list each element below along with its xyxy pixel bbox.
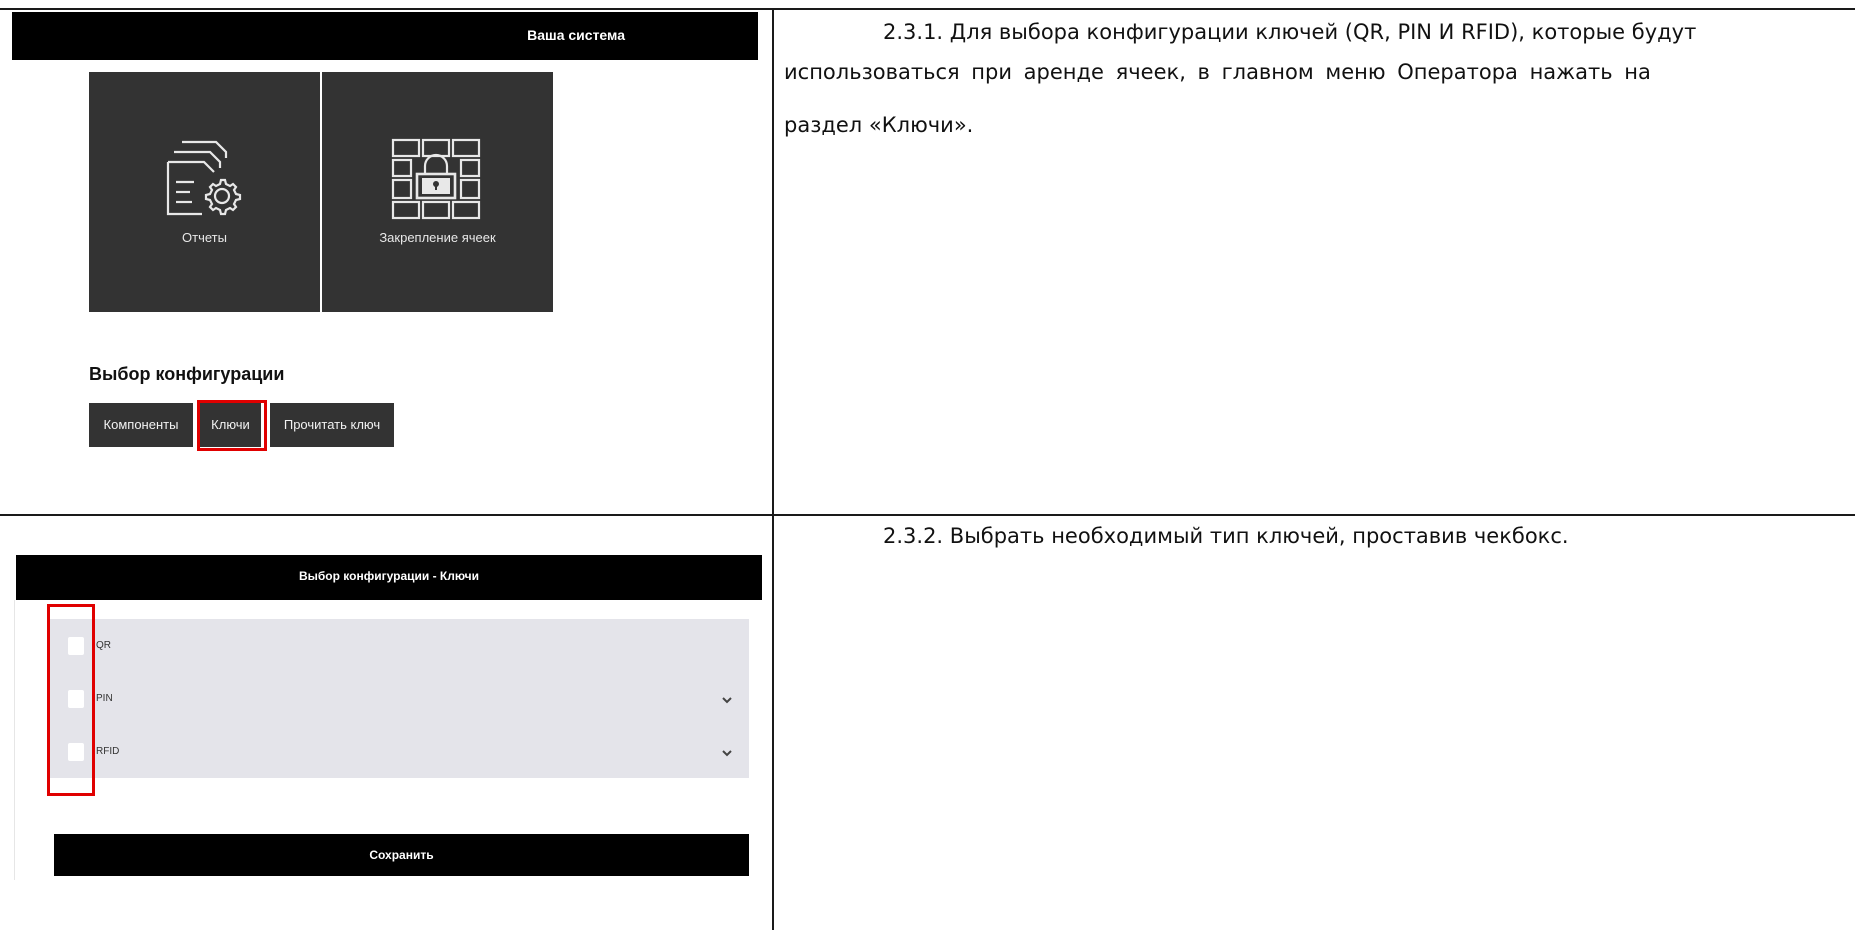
pin-label: PIN — [96, 693, 113, 704]
components-button[interactable]: Компоненты — [89, 403, 193, 447]
report-settings-icon — [166, 140, 242, 216]
system-header: Ваша система — [12, 12, 758, 60]
tile-reports-label: Отчеты — [182, 230, 227, 245]
panel-left-border — [14, 600, 15, 880]
keys-config-header: Выбор конфигурации - Ключи — [16, 555, 762, 600]
checkboxes-highlight — [47, 604, 95, 796]
qr-label: QR — [96, 640, 111, 651]
keys-button-highlight — [197, 400, 267, 451]
keys-config-header-title: Выбор конфигурации - Ключи — [298, 569, 480, 583]
save-button[interactable]: Сохранить — [54, 834, 749, 876]
step-2-text: 2.3.2. Выбрать необходимый тип ключей, п… — [883, 524, 1569, 548]
system-header-title: Ваша система — [527, 27, 625, 43]
table-top-border — [0, 8, 1855, 10]
tile-reports[interactable]: Отчеты — [89, 72, 320, 312]
step-1-line-1: 2.3.1. Для выбора конфигурации ключей (Q… — [883, 20, 1697, 44]
pin-chevron-down-icon[interactable] — [721, 695, 733, 705]
tile-cell-lock-label: Закрепление ячеек — [379, 230, 496, 245]
table-row-divider — [0, 514, 1855, 516]
tile-cell-lock[interactable]: Закрепление ячеек — [322, 72, 553, 312]
cell-lock-icon — [391, 138, 481, 220]
table-column-divider — [772, 8, 774, 930]
keys-list-panel: QR PIN RFID — [50, 619, 749, 778]
step-1-line-3: раздел «Ключи». — [784, 113, 974, 137]
rfid-label: RFID — [96, 746, 120, 757]
step-1-line-2: использоваться при аренде ячеек, в главн… — [784, 60, 1651, 84]
rfid-chevron-down-icon[interactable] — [721, 748, 733, 758]
config-section-title: Выбор конфигурации — [89, 364, 285, 384]
read-key-button[interactable]: Прочитать ключ — [270, 403, 394, 447]
